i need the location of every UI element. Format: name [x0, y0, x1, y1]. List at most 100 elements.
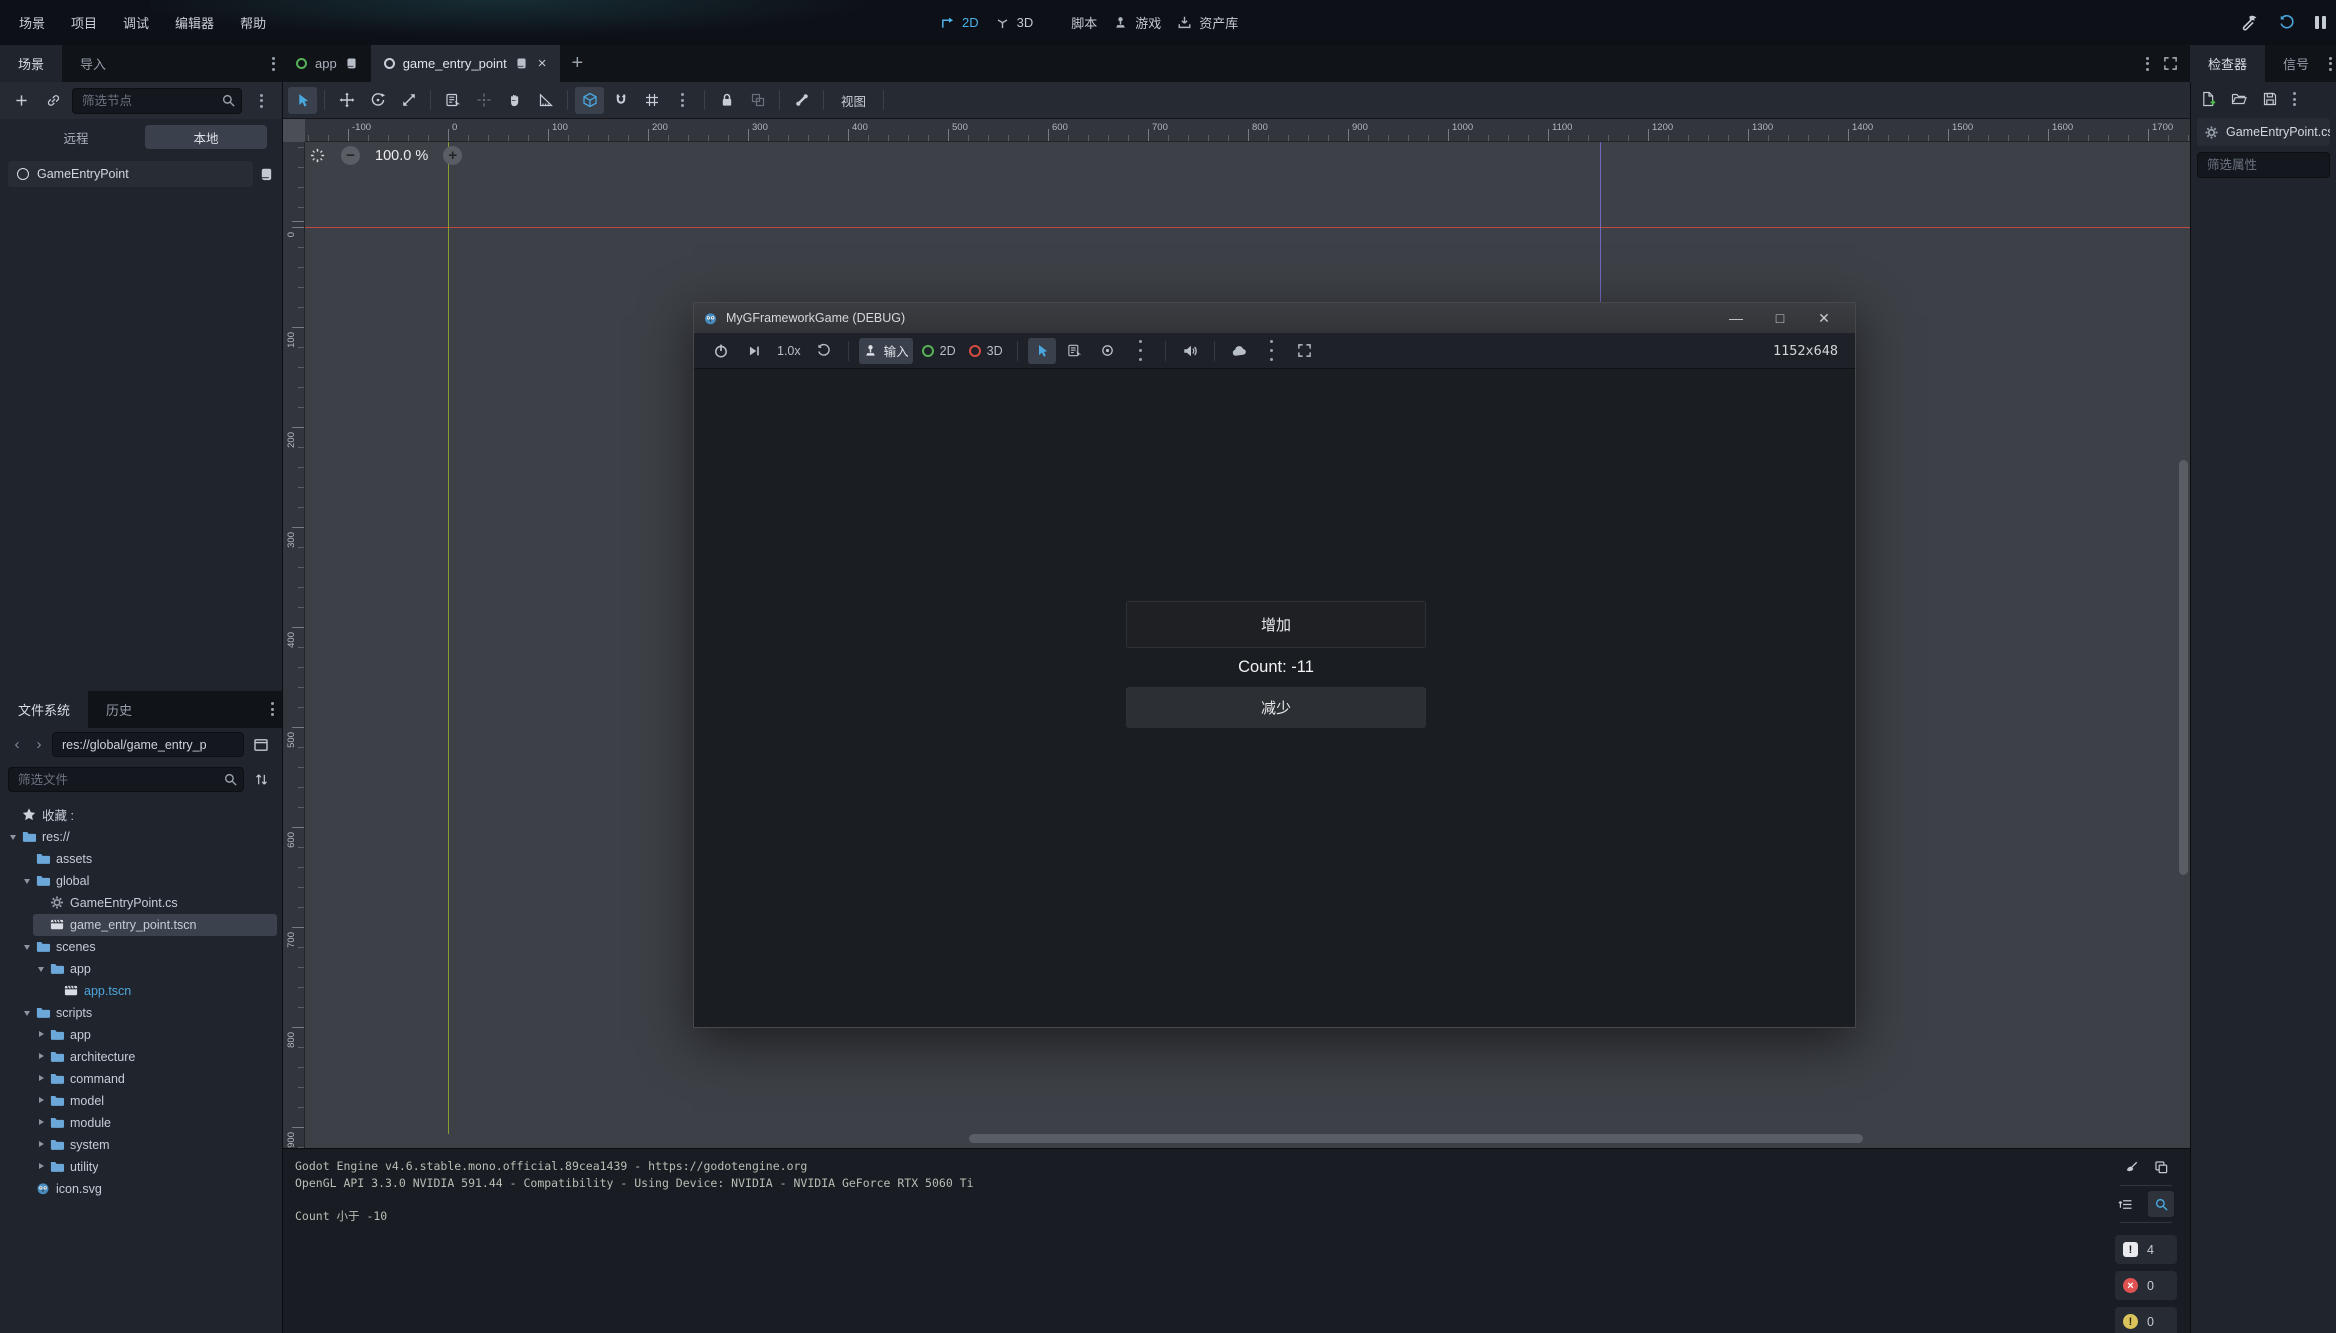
filesystem-menu-icon[interactable]: [271, 702, 274, 716]
selection-visible-button[interactable]: [1094, 338, 1122, 364]
file-tree-row[interactable]: scripts: [0, 1002, 282, 1024]
maximize-window-button[interactable]: □: [1758, 310, 1802, 326]
menu-item[interactable]: 项目: [58, 0, 110, 45]
zoom-in-button[interactable]: +: [443, 146, 462, 165]
camera-3d-override-button[interactable]: 3D: [965, 338, 1007, 364]
editor-mode-button[interactable]: 脚本: [1049, 13, 1097, 32]
file-tree-row[interactable]: GameEntryPoint.cs: [0, 892, 282, 914]
history-back-icon[interactable]: ‹: [8, 736, 26, 753]
increase-button[interactable]: 增加: [1126, 601, 1426, 648]
dock-tab[interactable]: 场景: [0, 45, 62, 82]
mute-audio-button[interactable]: [1176, 338, 1204, 364]
expand-chevron-icon[interactable]: [34, 1050, 48, 1064]
file-tree-row[interactable]: assets: [0, 848, 282, 870]
inspected-object-row[interactable]: GameEntryPoint.cs: [2197, 118, 2330, 146]
tab-list-menu-icon[interactable]: [2146, 57, 2149, 71]
scene-tab[interactable]: app: [283, 45, 371, 82]
file-tree-row[interactable]: res://: [0, 826, 282, 848]
scene-dock-menu-icon[interactable]: [272, 57, 275, 71]
dock-tab[interactable]: 检查器: [2190, 45, 2265, 82]
toggle-split-mode-button[interactable]: [248, 732, 274, 758]
minimize-window-button[interactable]: —: [1714, 310, 1758, 326]
zoom-out-button[interactable]: −: [341, 146, 360, 165]
message-count-badge[interactable]: 4: [2115, 1235, 2177, 1264]
filter-nodes-input[interactable]: [72, 88, 242, 114]
resource-menu-icon[interactable]: [2293, 92, 2296, 106]
filter-files-input[interactable]: [8, 767, 244, 792]
skeleton-options-button[interactable]: [787, 87, 816, 114]
group-selected-button[interactable]: [743, 87, 772, 114]
debug-options-menu-icon[interactable]: [1258, 338, 1286, 364]
close-window-button[interactable]: ✕: [1802, 310, 1846, 327]
game-viewport[interactable]: 增加 Count: -11 减少: [694, 369, 1855, 1027]
expand-chevron-icon[interactable]: [34, 1116, 48, 1130]
editor-mode-button[interactable]: 资产库: [1177, 13, 1238, 32]
new-resource-icon[interactable]: [2200, 91, 2216, 107]
expand-chevron-icon[interactable]: [34, 1094, 48, 1108]
file-tree-row[interactable]: utility: [0, 1156, 282, 1178]
vertical-scrollbar[interactable]: [2179, 460, 2188, 875]
rotate-tool-button[interactable]: [363, 87, 392, 114]
lock-selected-button[interactable]: [712, 87, 741, 114]
file-tree-row[interactable]: global: [0, 870, 282, 892]
list-select-tool-button[interactable]: [438, 87, 467, 114]
dock-tab[interactable]: 信号: [2265, 45, 2327, 82]
copy-output-icon[interactable]: [2154, 1160, 2169, 1175]
attached-script-icon[interactable]: [259, 167, 274, 182]
scale-tool-button[interactable]: [394, 87, 423, 114]
instance-scene-button[interactable]: [40, 88, 66, 114]
expand-chevron-icon[interactable]: [20, 940, 34, 954]
file-tree-row[interactable]: game_entry_point.tscn: [0, 914, 282, 936]
menu-item[interactable]: 帮助: [227, 0, 279, 45]
view-menu-button[interactable]: 视图: [831, 91, 876, 110]
suspend-button[interactable]: [707, 338, 735, 364]
expand-chevron-icon[interactable]: [34, 1028, 48, 1042]
file-sort-button[interactable]: [248, 767, 274, 793]
message-count-badge[interactable]: 0: [2115, 1307, 2177, 1333]
dock-tab[interactable]: 文件系统: [0, 691, 88, 728]
collapse-duplicates-icon[interactable]: [2118, 1197, 2133, 1212]
expand-chevron-icon[interactable]: [34, 1138, 48, 1152]
scene-tab[interactable]: game_entry_point ×: [371, 45, 560, 82]
horizontal-scrollbar[interactable]: [969, 1134, 1863, 1143]
expand-chevron-icon[interactable]: [20, 1006, 34, 1020]
menu-item[interactable]: 调试: [110, 0, 162, 45]
message-count-badge[interactable]: 0: [2115, 1271, 2177, 1300]
scene-tree-root-node[interactable]: GameEntryPoint: [8, 161, 253, 187]
pan-tool-button[interactable]: [500, 87, 529, 114]
ruler-tool-button[interactable]: [531, 87, 560, 114]
file-tree-row[interactable]: app: [0, 1024, 282, 1046]
expand-chevron-icon[interactable]: [6, 830, 20, 844]
select-tool-button[interactable]: [288, 87, 317, 114]
filter-properties-input[interactable]: [2197, 152, 2330, 178]
expand-chevron-icon[interactable]: [34, 1160, 48, 1174]
input-mode-button[interactable]: 输入: [859, 338, 913, 364]
load-resource-icon[interactable]: [2231, 91, 2247, 107]
file-tree-row[interactable]: module: [0, 1112, 282, 1134]
expand-chevron-icon[interactable]: [34, 962, 48, 976]
clear-output-icon[interactable]: [2124, 1160, 2139, 1175]
expand-chevron-icon[interactable]: [34, 1072, 48, 1086]
snap-options-menu-icon[interactable]: [668, 87, 697, 114]
zoom-level[interactable]: 100.0 %: [375, 148, 428, 164]
close-tab-icon[interactable]: ×: [538, 55, 547, 72]
dock-tab[interactable]: 导入: [62, 45, 124, 82]
dock-tab[interactable]: 历史: [88, 691, 150, 728]
grid-snap-button[interactable]: [606, 87, 635, 114]
file-tree-row[interactable]: scenes: [0, 936, 282, 958]
scene-tree-menu-icon[interactable]: [248, 88, 274, 114]
pause-game-icon[interactable]: [2315, 16, 2326, 29]
file-tree-row[interactable]: model: [0, 1090, 282, 1112]
add-node-button[interactable]: [8, 88, 34, 114]
current-path-input[interactable]: [52, 732, 244, 757]
camera-2d-override-button[interactable]: 2D: [918, 338, 960, 364]
local-tree-button[interactable]: 本地: [145, 125, 267, 149]
snap-config-button[interactable]: [637, 87, 666, 114]
center-view-icon[interactable]: [309, 147, 326, 164]
time-scale-button[interactable]: 1.0x: [773, 338, 805, 364]
remote-tree-button[interactable]: 远程: [15, 125, 137, 149]
file-tree-row[interactable]: system: [0, 1134, 282, 1156]
editor-mode-button[interactable]: 3D: [995, 15, 1034, 30]
file-tree-row[interactable]: icon.svg: [0, 1178, 282, 1200]
inspector-dock-menu-icon[interactable]: [2329, 57, 2332, 71]
